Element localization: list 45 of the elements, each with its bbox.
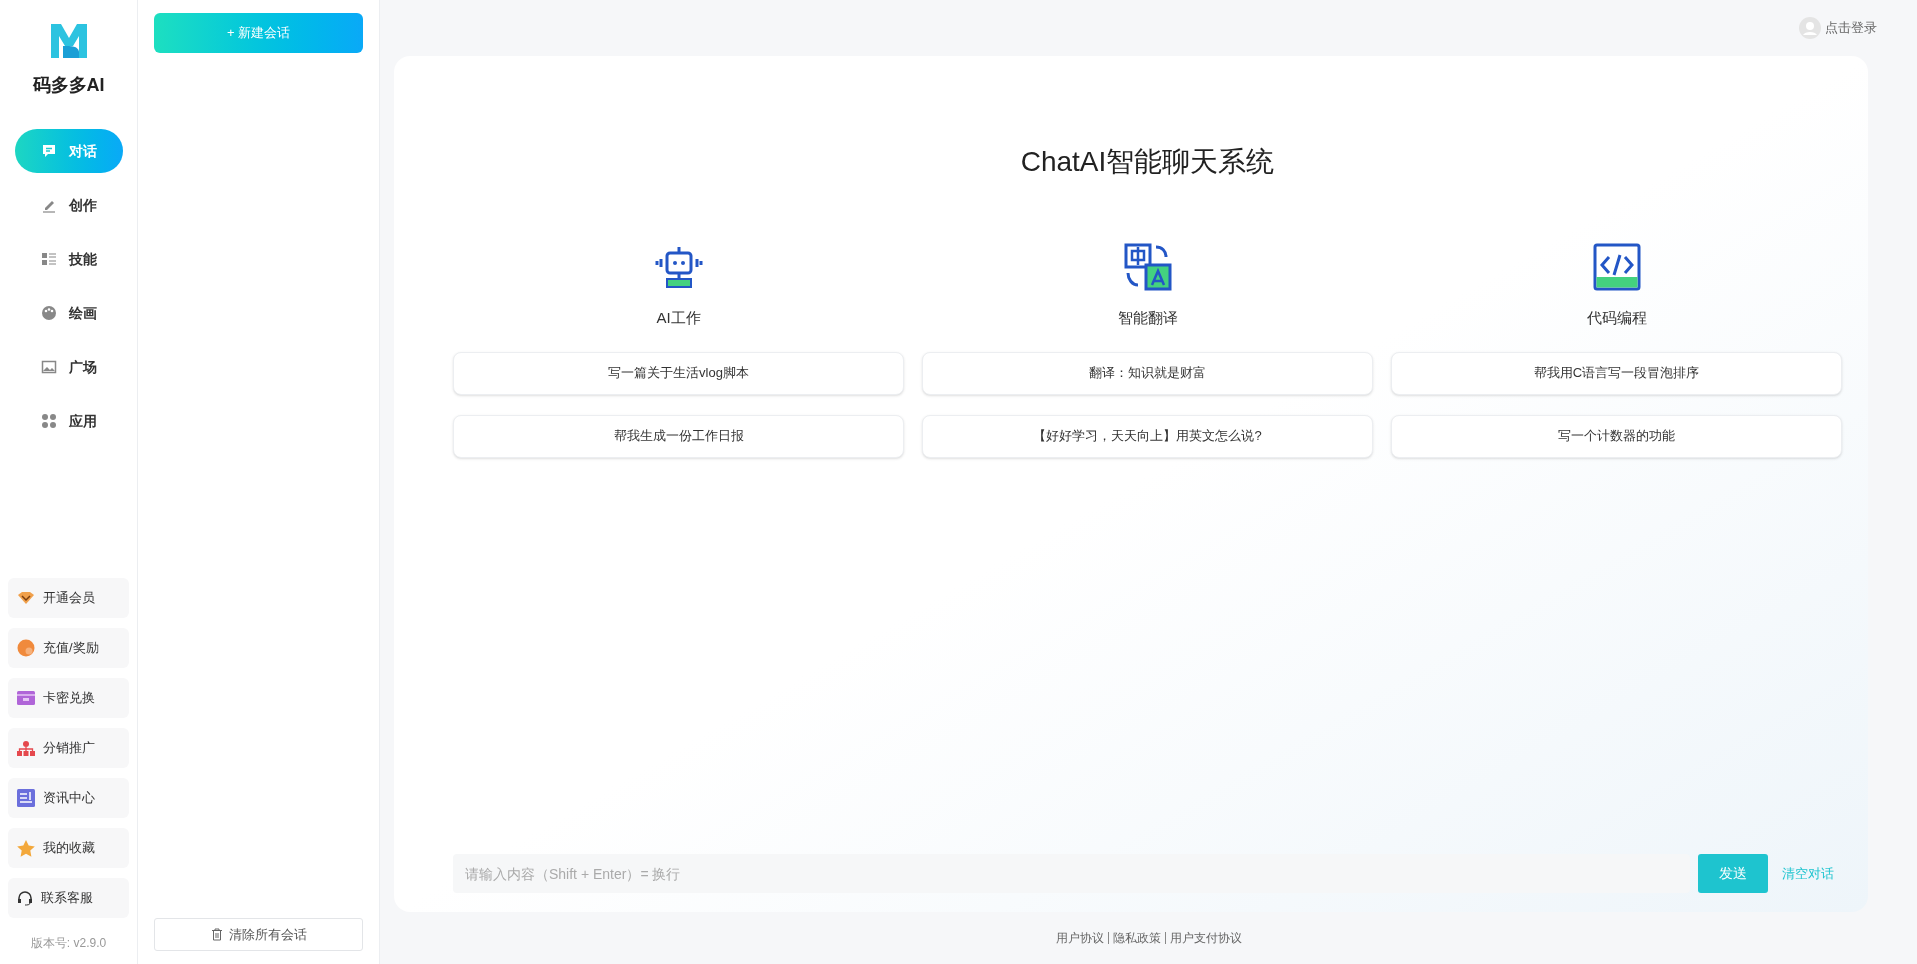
message-input[interactable]: 请输入内容（Shift + Enter）= 换行	[453, 854, 1690, 893]
prompt-suggestion[interactable]: 帮我生成一份工作日报	[453, 414, 904, 458]
category-title: 智能翻译	[1117, 308, 1178, 328]
footer-link[interactable]: 隐私政策	[1107, 932, 1161, 944]
palette-icon	[40, 305, 57, 321]
card-icon	[17, 691, 35, 705]
clear-sessions-button[interactable]: 清除所有会话	[154, 918, 363, 951]
sidebar-menu-item[interactable]: 充值/奖励	[8, 628, 129, 668]
avatar-icon	[1799, 17, 1821, 39]
nav-item[interactable]: 创作	[14, 183, 123, 227]
star-icon	[17, 839, 35, 857]
sidebar-menu-item[interactable]: 资讯中心	[8, 778, 129, 818]
coin-icon	[17, 639, 35, 657]
prompt-suggestion[interactable]: 翻译：知识就是财富	[922, 351, 1373, 395]
logo-icon	[48, 22, 89, 60]
page-title: ChatAI智能聊天系统	[1019, 145, 1276, 179]
brand-name: 码多多AI	[32, 74, 105, 97]
trash-icon	[210, 928, 223, 941]
sidebar-menu-item[interactable]: 联系客服	[8, 878, 129, 918]
org-chart-icon	[17, 740, 35, 756]
prompt-suggestion[interactable]: 【好好学习，天天向上】用英文怎么说?	[922, 414, 1373, 458]
version-label: 版本号: v2.9.0	[30, 935, 107, 952]
sidebar-menu-item[interactable]: 我的收藏	[8, 828, 129, 868]
prompt-suggestion[interactable]: 写一篇关于生活vlog脚本	[453, 351, 904, 395]
sidebar-menu-item[interactable]: 开通会员	[8, 578, 129, 618]
prompt-suggestion[interactable]: 写一个计数器的功能	[1391, 414, 1842, 458]
diamond-icon	[17, 591, 35, 605]
footer-link[interactable]: 用户协议	[1055, 929, 1104, 947]
image-icon	[40, 359, 57, 375]
chat-icon	[40, 143, 57, 159]
nav-item[interactable]: 广场	[14, 345, 123, 389]
login-button[interactable]: 点击登录	[1799, 17, 1877, 39]
sidebar-menu-item[interactable]: 分销推广	[8, 728, 129, 768]
document-icon	[17, 789, 35, 807]
apps-icon	[40, 413, 57, 429]
prompt-suggestion[interactable]: 帮我用C语言写一段冒泡排序	[1391, 351, 1842, 395]
footer-link[interactable]: 用户支付协议	[1164, 932, 1242, 944]
nav-item[interactable]: 技能	[14, 237, 123, 281]
category-title: AI工作	[656, 308, 701, 328]
nav-item[interactable]: 绘画	[14, 291, 123, 335]
sidebar-menu-item[interactable]: 卡密兑换	[8, 678, 129, 718]
list-icon	[40, 251, 57, 267]
headset-icon	[17, 890, 33, 906]
category-title: 代码编程	[1586, 308, 1647, 328]
nav-item[interactable]: 应用	[14, 399, 123, 443]
